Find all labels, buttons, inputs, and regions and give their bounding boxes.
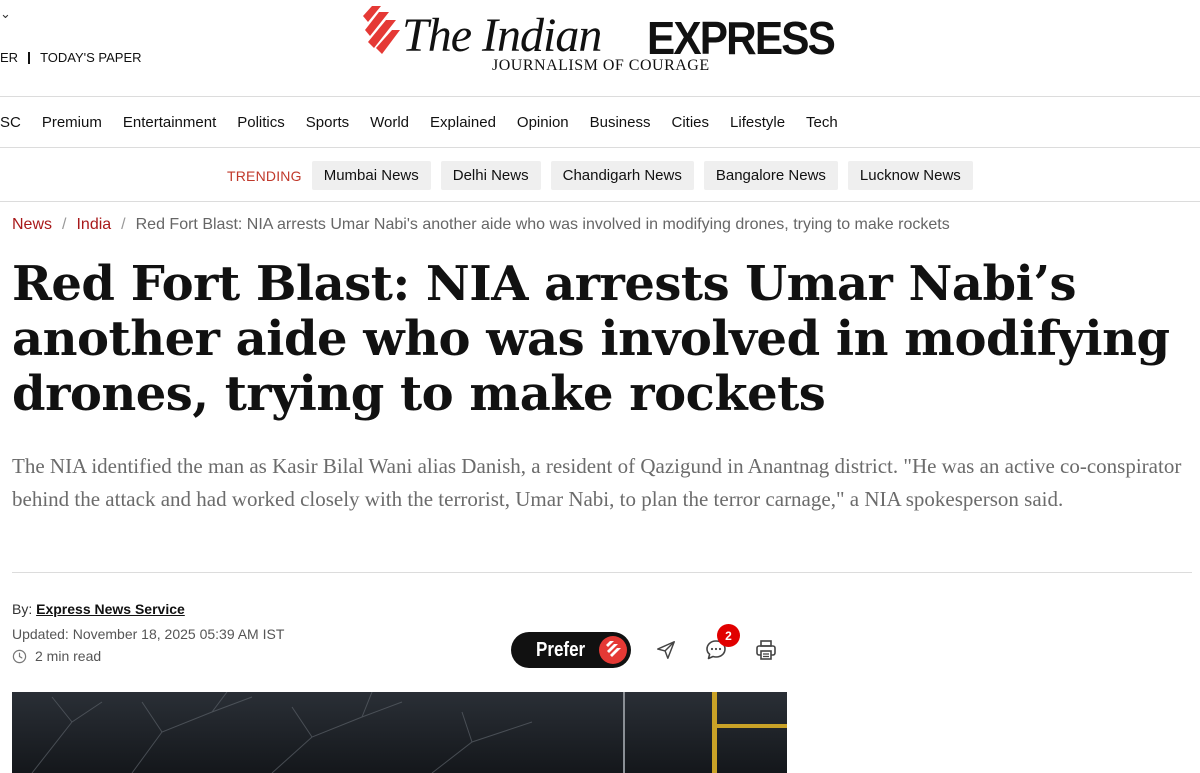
masthead-divider bbox=[0, 96, 1200, 97]
clock-icon bbox=[12, 649, 27, 663]
breadcrumb-india[interactable]: India bbox=[76, 216, 111, 234]
nav-item-tech[interactable]: Tech bbox=[806, 114, 838, 131]
logo-the-indian: The Indian bbox=[402, 9, 602, 62]
nav-item-entertainment[interactable]: Entertainment bbox=[123, 114, 216, 131]
trending-chip-chandigarh[interactable]: Chandigarh News bbox=[550, 161, 694, 190]
nav-item-lifestyle[interactable]: Lifestyle bbox=[730, 114, 785, 131]
breadcrumb-current: Red Fort Blast: NIA arrests Umar Nabi's … bbox=[135, 216, 950, 233]
site-logo[interactable]: The Indian EXPRESS JOURNALISM OF COURAGE bbox=[362, 6, 842, 78]
comment-count-badge: 2 bbox=[717, 624, 740, 647]
nav-item-explained[interactable]: Explained bbox=[430, 114, 496, 131]
nav-item-premium[interactable]: Premium bbox=[42, 114, 102, 131]
prefer-button[interactable]: Prefer bbox=[511, 632, 631, 668]
top-link-divider bbox=[28, 51, 31, 64]
updated-timestamp: Updated: November 18, 2025 05:39 AM IST bbox=[12, 626, 285, 642]
nav-item-business[interactable]: Business bbox=[590, 114, 651, 131]
trending-label: TRENDING bbox=[227, 167, 302, 184]
nav-item-cities[interactable]: Cities bbox=[672, 114, 710, 131]
breadcrumb-separator: / bbox=[121, 216, 126, 233]
article-summary: The NIA identified the man as Kasir Bila… bbox=[12, 454, 1182, 511]
logo-stripes-icon bbox=[363, 6, 400, 54]
send-icon[interactable] bbox=[653, 637, 679, 663]
read-time-label: 2 min read bbox=[35, 648, 102, 664]
nav-item-world[interactable]: World bbox=[370, 114, 409, 131]
trending-chip-lucknow[interactable]: Lucknow News bbox=[847, 161, 973, 190]
summary-divider bbox=[12, 572, 1192, 573]
print-icon[interactable] bbox=[753, 637, 779, 663]
prefer-label: Prefer bbox=[536, 638, 586, 661]
hero-night-scene bbox=[12, 692, 787, 773]
logo-tagline: JOURNALISM OF COURAGE bbox=[492, 57, 710, 74]
trending-chip-bangalore[interactable]: Bangalore News bbox=[703, 161, 838, 190]
trending-chip-delhi[interactable]: Delhi News bbox=[440, 161, 541, 190]
trending-chip-mumbai[interactable]: Mumbai News bbox=[311, 161, 431, 190]
todays-paper-link[interactable]: TODAY'S PAPER bbox=[40, 50, 141, 65]
main-nav: SC Premium Entertainment Politics Sports… bbox=[0, 114, 859, 131]
top-link-partial[interactable]: ER bbox=[0, 50, 18, 65]
breadcrumb-news[interactable]: News bbox=[12, 216, 52, 234]
nav-item-sc[interactable]: SC bbox=[0, 114, 21, 131]
author-link[interactable]: Express News Service bbox=[36, 601, 185, 617]
top-links: ER TODAY'S PAPER bbox=[0, 50, 142, 65]
trending-bar: TRENDING Mumbai News Delhi News Chandiga… bbox=[227, 161, 983, 190]
trending-divider bbox=[0, 201, 1200, 202]
hero-image bbox=[12, 692, 787, 773]
menu-chevron-icon[interactable]: ⌄ bbox=[0, 6, 11, 22]
nav-divider bbox=[0, 147, 1200, 148]
byline-prefix: By: bbox=[12, 601, 33, 617]
nav-item-opinion[interactable]: Opinion bbox=[517, 114, 569, 131]
nav-item-politics[interactable]: Politics bbox=[237, 114, 285, 131]
nav-item-sports[interactable]: Sports bbox=[306, 114, 349, 131]
article-headline: Red Fort Blast: NIA arrests Umar Nabi’s … bbox=[12, 256, 1170, 422]
byline: By: Express News Service bbox=[12, 601, 185, 617]
breadcrumb-separator: / bbox=[62, 216, 67, 233]
prefer-logo-icon bbox=[599, 636, 627, 664]
read-time: 2 min read bbox=[12, 648, 101, 664]
breadcrumb: News / India / Red Fort Blast: NIA arres… bbox=[12, 216, 950, 234]
